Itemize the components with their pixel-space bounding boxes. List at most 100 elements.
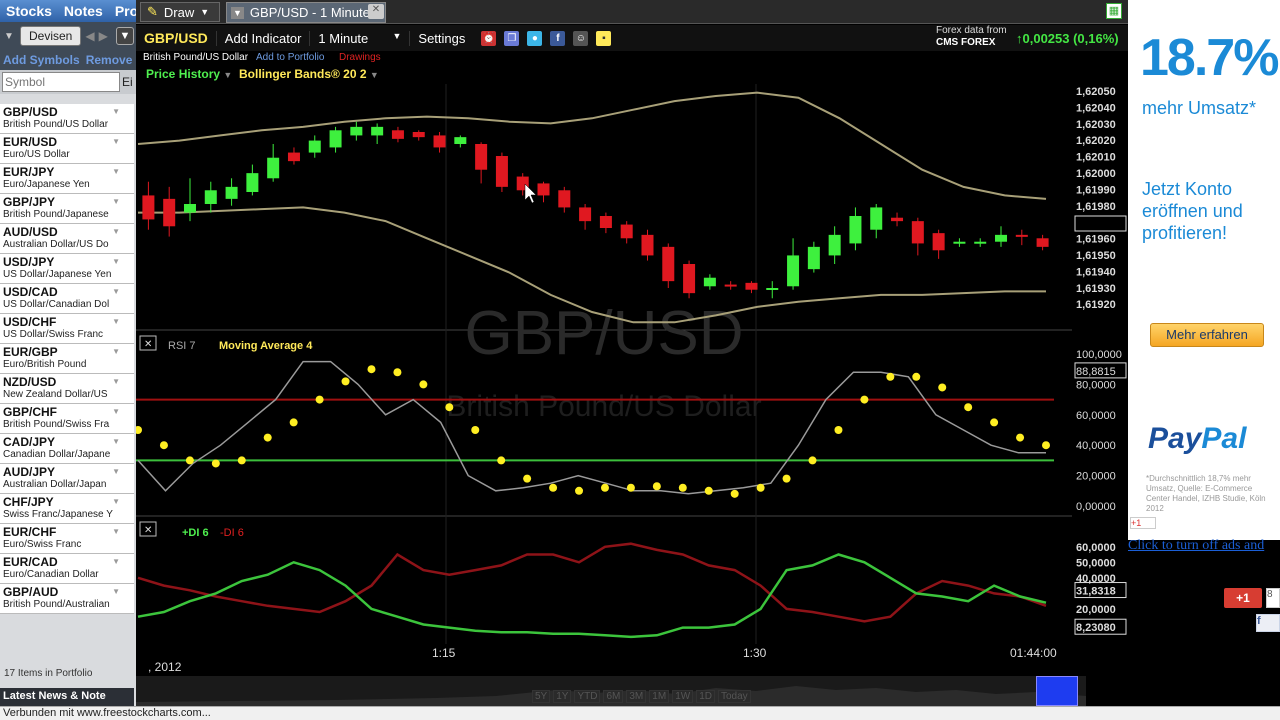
range-button[interactable]: Today [717,690,751,703]
moving-average-dot [860,395,869,404]
ticker-dropdown-icon[interactable]: ▼ [112,377,120,386]
menu-chevron-icon[interactable]: ▼ [116,27,134,45]
portfolio-selector-row: ▼ Devisen ◀ ▶ ▼ [0,22,136,50]
candle-body [953,241,966,244]
ticker-item[interactable]: AUD/JPY Australian Dollar/Japan ▼ [0,464,134,494]
advertisement[interactable]: 18.7% mehr Umsatz* Jetzt Konto eröffnen … [1128,0,1280,540]
ticker-dropdown-icon[interactable]: ▼ [112,347,120,356]
moving-average-dot [185,456,194,465]
candle-body [329,130,342,148]
ticker-item[interactable]: EUR/GBP Euro/British Pound ▼ [0,344,134,374]
gplus-count: 8 [1266,588,1280,608]
ticker-item[interactable]: EUR/USD Euro/US Dollar ▼ [0,134,134,164]
tab-notes[interactable]: Notes [58,3,109,19]
next-arrow-icon[interactable]: ▶ [99,29,108,43]
ticker-item[interactable]: GBP/CHF British Pound/Swiss Fra ▼ [0,404,134,434]
moving-average-dot [159,441,168,450]
navigator-handle[interactable] [1036,676,1078,706]
ticker-dropdown-icon[interactable]: ▼ [112,257,120,266]
ticker-item[interactable]: USD/JPY US Dollar/Japanese Yen ▼ [0,254,134,284]
range-button[interactable]: 6M [603,690,624,703]
candle-body [308,140,321,153]
ticker-dropdown-icon[interactable]: ▼ [112,527,120,536]
di-axis-label: 40,0000 [1076,573,1116,585]
ticker-item[interactable]: EUR/CHF Euro/Swiss Franc ▼ [0,524,134,554]
gplus-small-button[interactable]: +1 [1130,517,1156,529]
range-button[interactable]: 1Y [553,690,572,703]
sidebar-tabs: Stocks Notes Prof [0,0,143,22]
ticker-item[interactable]: AUD/USD Australian Dollar/US Do ▼ [0,224,134,254]
layout-grid-icon[interactable]: ▦ [1106,3,1122,19]
range-button[interactable]: 1W [672,690,694,703]
facebook-like-button[interactable]: f [1256,614,1280,632]
turn-off-ads-link[interactable]: Click to turn off ads and [1128,538,1264,554]
tab-dropdown-icon[interactable]: ▼ [231,6,244,19]
ticker-dropdown-icon[interactable]: ▼ [112,587,120,596]
draw-button[interactable]: ✎ Draw ▼ [140,2,220,22]
ticker-name: US Dollar/Swiss Franc [3,329,104,340]
ticker-dropdown-icon[interactable]: ▼ [112,467,120,476]
ticker-item[interactable]: GBP/AUD British Pound/Australian ▼ [0,584,134,614]
ticker-item[interactable]: USD/CHF US Dollar/Swiss Franc ▼ [0,314,134,344]
ticker-dropdown-icon[interactable]: ▼ [112,557,120,566]
prev-arrow-icon[interactable]: ◀ [85,29,94,43]
ticker-item[interactable]: USD/CAD US Dollar/Canadian Dol ▼ [0,284,134,314]
range-button[interactable]: 1M [649,690,670,703]
ticker-item[interactable]: GBP/JPY British Pound/Japanese ▼ [0,194,134,224]
symbol-edit-button[interactable]: Ei [122,75,133,89]
candle-body [828,234,841,256]
candle-body [620,224,633,239]
symbol-input[interactable] [2,72,120,92]
moving-average-dot [575,486,584,495]
chart-canvas[interactable]: GBP/USD British Pound/US Dollar 1,62050 1,6… [136,24,1128,676]
add-symbols-button[interactable]: Add Symbols [3,53,80,67]
range-button[interactable]: 3M [626,690,647,703]
moving-average-dot [600,483,609,492]
moving-average-dot [136,426,142,434]
ticker-dropdown-icon[interactable]: ▼ [112,437,120,446]
ticker-dropdown-icon[interactable]: ▼ [112,407,120,416]
candle-body [766,288,779,290]
ticker-name: British Pound/Japanese [3,209,109,220]
candle-body [745,282,758,290]
ticker-item[interactable]: EUR/CAD Euro/Canadian Dollar ▼ [0,554,134,584]
ticker-dropdown-icon[interactable]: ▼ [112,497,120,506]
moving-average-dot [834,426,843,434]
range-button[interactable]: 5Y [532,690,551,703]
ticker-item[interactable]: EUR/JPY Euro/Japanese Yen ▼ [0,164,134,194]
candle-body [225,186,238,199]
moving-average-dot [704,486,713,495]
dropdown-arrow-icon[interactable]: ▼ [2,27,16,45]
latest-news-header[interactable]: Latest News & Note [0,688,134,706]
ticker-item[interactable]: CAD/JPY Canadian Dollar/Japane ▼ [0,434,134,464]
tab-stocks[interactable]: Stocks [0,3,58,19]
portfolio-devisen-button[interactable]: Devisen [20,26,82,46]
ticker-item[interactable]: NZD/USD New Zealand Dollar/US ▼ [0,374,134,404]
price-axis-label: 1,61990 [1076,184,1116,196]
range-button[interactable]: 1D [696,690,715,703]
di-axis-label: 60,0000 [1076,542,1116,554]
ad-mehr-erfahren-button[interactable]: Mehr erfahren [1150,323,1264,347]
ticker-dropdown-icon[interactable]: ▼ [112,287,120,296]
ticker-dropdown-icon[interactable]: ▼ [112,317,120,326]
paypal-logo-pay: Pay [1148,422,1202,455]
ticker-item[interactable]: CHF/JPY Swiss Franc/Japanese Y ▼ [0,494,134,524]
ticker-dropdown-icon[interactable]: ▼ [112,197,120,206]
ticker-item[interactable]: GBP/USD British Pound/US Dollar ▼ [0,104,134,134]
moving-average-dot [756,483,765,492]
remove-button[interactable]: Remove [86,53,133,67]
draw-label: Draw [163,4,195,20]
candle-body [267,157,280,179]
gplus-button[interactable]: +1 [1224,588,1262,608]
ticker-dropdown-icon[interactable]: ▼ [112,227,120,236]
ticker-dropdown-icon[interactable]: ▼ [112,107,120,116]
moving-average-dot [237,456,246,465]
ticker-dropdown-icon[interactable]: ▼ [112,137,120,146]
rsi-axis-label: 0,00000 [1076,501,1116,513]
moving-average-dot [964,403,973,412]
chart-tab[interactable]: ▼ GBP/USD - 1 Minute [226,2,386,23]
range-button[interactable]: YTD [574,690,601,703]
ticker-dropdown-icon[interactable]: ▼ [112,167,120,176]
candle-body [870,207,883,230]
tab-close-icon[interactable]: ✕ [368,4,384,19]
